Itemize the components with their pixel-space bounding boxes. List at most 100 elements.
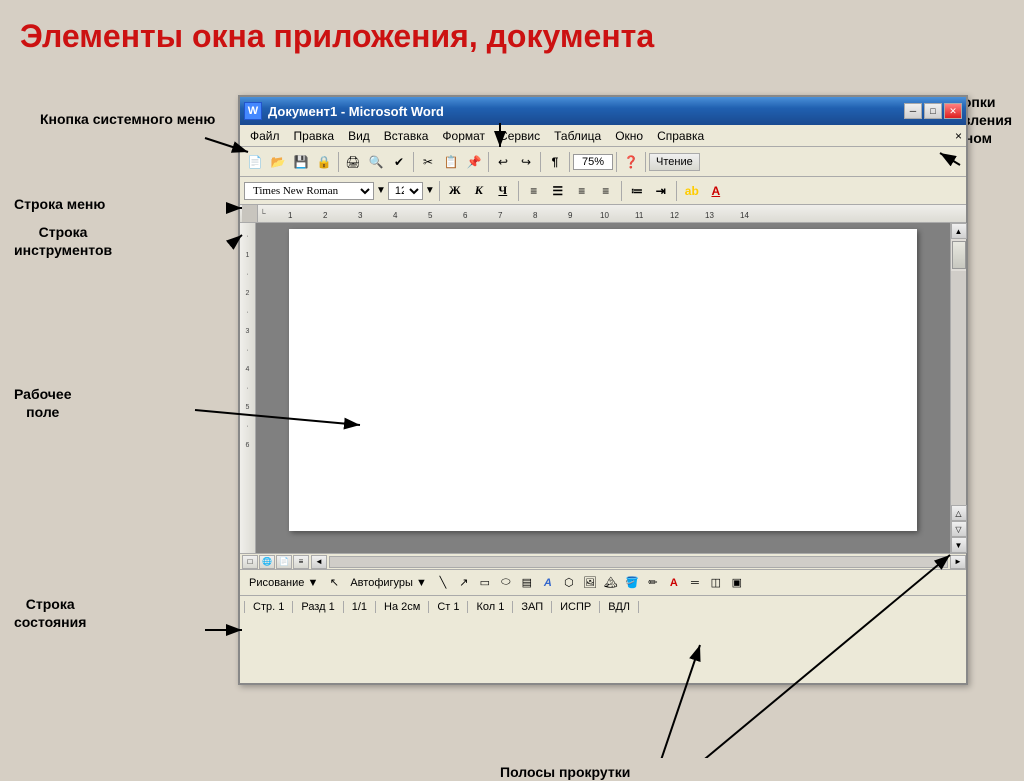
scroll-page-down-button[interactable]: ▽ — [951, 521, 967, 537]
h-scroll-left-button[interactable]: ◄ — [311, 555, 327, 569]
reading-button[interactable]: Чтение — [649, 153, 700, 171]
h-scroll-track[interactable] — [329, 556, 948, 568]
vertical-scrollbar[interactable]: ▲ △ ▽ ▼ — [950, 223, 966, 553]
document-page — [289, 229, 916, 531]
close-button[interactable]: ✕ — [944, 103, 962, 119]
line-icon[interactable]: ╲ — [433, 573, 453, 593]
status-section: Разд 1 — [293, 601, 343, 613]
document-area: · 1 · 2 · 3 · 4 · 5 · 6 — [240, 223, 966, 553]
scroll-page-up-button[interactable]: △ — [951, 505, 967, 521]
arrow-icon[interactable]: ↗ — [454, 573, 474, 593]
label-workspace: Рабочее поле — [14, 385, 72, 421]
clipart-icon[interactable]: 🖼 — [580, 573, 600, 593]
zoom-select[interactable]: 75% — [573, 154, 613, 170]
horizontal-scroll-area: □ 🌐 📄 ≡ ◄ ► — [240, 553, 966, 569]
bold-button[interactable]: Ж — [444, 181, 466, 201]
size-dropdown-icon[interactable]: ▼ — [425, 185, 435, 196]
menu-insert[interactable]: Вставка — [378, 127, 435, 145]
separator-7 — [645, 152, 646, 172]
oval-icon[interactable]: ⬭ — [496, 573, 516, 593]
line-color-icon[interactable]: ✏ — [643, 573, 663, 593]
window-controls: ─ □ ✕ — [904, 103, 962, 119]
menu-close-x[interactable]: × — [955, 129, 962, 143]
underline-button[interactable]: Ч — [492, 181, 514, 201]
print-icon[interactable]: 🖨 — [342, 151, 364, 173]
highlight-icon[interactable]: ab — [681, 181, 703, 201]
menu-bar: Файл Правка Вид Вставка Формат Сервис Та… — [240, 125, 966, 147]
cut-icon[interactable]: ✂ — [417, 151, 439, 173]
3d-icon[interactable]: ▣ — [727, 573, 747, 593]
rectangle-icon[interactable]: ▭ — [475, 573, 495, 593]
h-scroll-right-button[interactable]: ► — [950, 555, 966, 569]
italic-button[interactable]: К — [468, 181, 490, 201]
status-ext: ВДЛ — [600, 601, 639, 613]
label-menu-bar: Строка меню — [14, 195, 105, 213]
menu-file[interactable]: Файл — [244, 127, 286, 145]
wordart-icon[interactable]: A — [538, 573, 558, 593]
undo-icon[interactable]: ↩ — [492, 151, 514, 173]
fmt-sep-2 — [518, 181, 519, 201]
fmt-sep-4 — [676, 181, 677, 201]
indent-icon[interactable]: ⇥ — [650, 181, 672, 201]
draw-button[interactable]: Рисование ▼ — [244, 574, 323, 592]
align-center-icon[interactable]: ☰ — [547, 181, 569, 201]
copy-icon[interactable]: 📋 — [440, 151, 462, 173]
menu-view[interactable]: Вид — [342, 127, 376, 145]
label-status-bar: Строка состояния — [14, 595, 86, 631]
page-title: Элементы окна приложения, документа — [0, 0, 1024, 65]
open-icon[interactable]: 📂 — [267, 151, 289, 173]
spellcheck-icon[interactable]: ✔ — [388, 151, 410, 173]
status-pages: 1/1 — [344, 601, 376, 613]
menu-window[interactable]: Окно — [609, 127, 649, 145]
new-doc-icon[interactable]: 📄 — [244, 151, 266, 173]
vertical-ruler: · 1 · 2 · 3 · 4 · 5 · 6 — [240, 223, 256, 553]
web-view-button[interactable]: 🌐 — [259, 555, 275, 569]
size-select[interactable]: 12 — [388, 182, 423, 200]
menu-tools[interactable]: Сервис — [493, 127, 546, 145]
textbox-icon[interactable]: ▤ — [517, 573, 537, 593]
minimize-button[interactable]: ─ — [904, 103, 922, 119]
menu-edit[interactable]: Правка — [288, 127, 341, 145]
save-icon[interactable]: 💾 — [290, 151, 312, 173]
separator-2 — [413, 152, 414, 172]
list-icon[interactable]: ≔ — [626, 181, 648, 201]
drawing-toolbar: Рисование ▼ ↖ Автофигуры ▼ ╲ ↗ ▭ ⬭ ▤ A ⬡… — [240, 569, 966, 595]
justify-icon[interactable]: ≡ — [595, 181, 617, 201]
menu-help[interactable]: Справка — [651, 127, 710, 145]
permissions-icon[interactable]: 🔒 — [313, 151, 335, 173]
para-marks-icon[interactable]: ¶ — [544, 151, 566, 173]
font-color-icon[interactable]: A — [705, 181, 727, 201]
paste-icon[interactable]: 📌 — [463, 151, 485, 173]
line-style-icon[interactable]: ═ — [685, 573, 705, 593]
pointer-icon[interactable]: ↖ — [324, 573, 344, 593]
standard-toolbar: 📄 📂 💾 🔒 🖨 🔍 ✔ ✂ 📋 📌 ↩ ↪ ¶ 75% — [240, 147, 966, 177]
scroll-up-button[interactable]: ▲ — [951, 223, 967, 239]
scroll-thumb[interactable] — [952, 241, 966, 269]
page-content[interactable] — [256, 223, 950, 553]
align-right-icon[interactable]: ≡ — [571, 181, 593, 201]
separator-1 — [338, 152, 339, 172]
app-icon: W — [244, 102, 262, 120]
fill-color-icon[interactable]: 🪣 — [622, 573, 642, 593]
status-column: Кол 1 — [468, 601, 513, 613]
diagram-icon[interactable]: ⬡ — [559, 573, 579, 593]
help-icon[interactable]: ❓ — [620, 151, 642, 173]
status-page: Стр. 1 — [244, 601, 293, 613]
picture-icon[interactable]: 🏔 — [601, 573, 621, 593]
menu-table[interactable]: Таблица — [548, 127, 607, 145]
scroll-down-button[interactable]: ▼ — [951, 537, 967, 553]
normal-view-button[interactable]: □ — [242, 555, 258, 569]
print-view-button[interactable]: 📄 — [276, 555, 292, 569]
print-preview-icon[interactable]: 🔍 — [365, 151, 387, 173]
menu-format[interactable]: Формат — [436, 127, 491, 145]
align-left-icon[interactable]: ≡ — [523, 181, 545, 201]
shadow-icon[interactable]: ◫ — [706, 573, 726, 593]
status-rec: ЗАП — [513, 601, 552, 613]
maximize-button[interactable]: □ — [924, 103, 942, 119]
font-color-draw-icon[interactable]: A — [664, 573, 684, 593]
font-select[interactable]: Times New Roman — [244, 182, 374, 200]
autoshapes-button[interactable]: Автофигуры ▼ — [345, 574, 432, 592]
outline-view-button[interactable]: ≡ — [293, 555, 309, 569]
font-dropdown-icon[interactable]: ▼ — [376, 185, 386, 196]
redo-icon[interactable]: ↪ — [515, 151, 537, 173]
